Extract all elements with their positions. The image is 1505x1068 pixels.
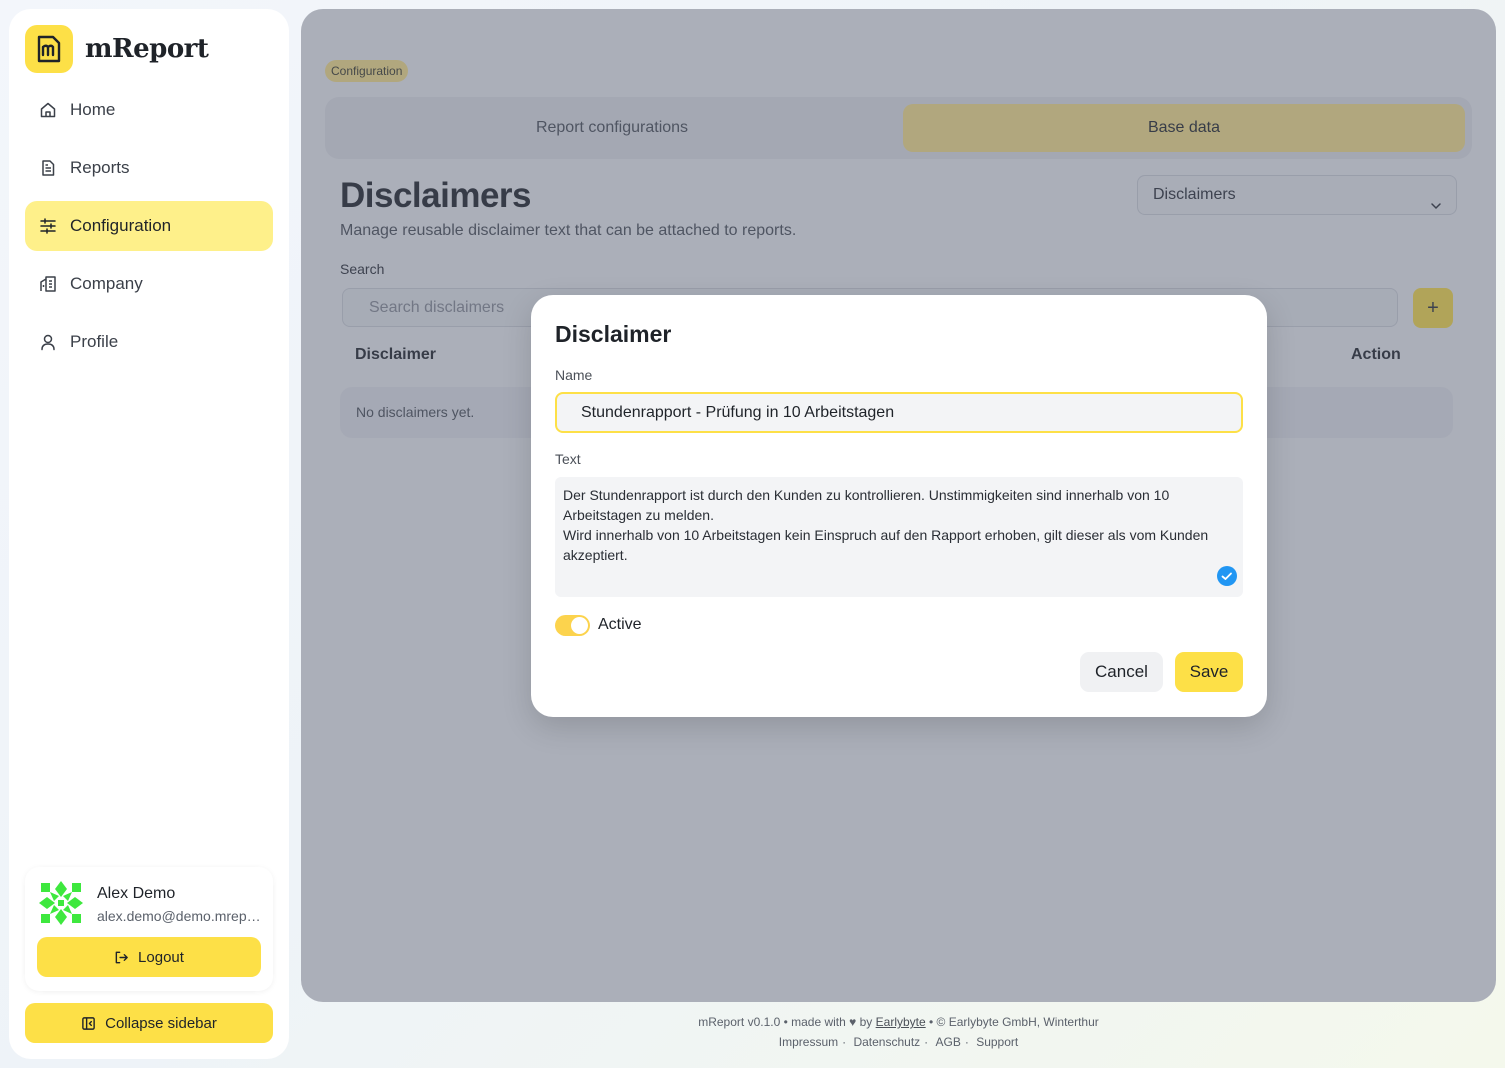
- active-label: Active: [598, 616, 642, 633]
- footer-separator: ·: [924, 1035, 929, 1049]
- logout-icon: [114, 950, 129, 965]
- building-icon: [39, 275, 57, 293]
- sidebar-item-label: Home: [70, 100, 116, 119]
- mreport-logo-icon: [25, 25, 73, 73]
- sidebar-item-company[interactable]: Company: [25, 259, 273, 309]
- save-button[interactable]: Save: [1175, 652, 1243, 692]
- footer-link-support[interactable]: Support: [976, 1035, 1018, 1049]
- collapse-sidebar-label: Collapse sidebar: [105, 1014, 217, 1032]
- sidebar-collapse-icon: [81, 1016, 96, 1031]
- footer-copyright: • © Earlybyte GmbH, Winterthur: [929, 1015, 1099, 1029]
- brand[interactable]: mReport: [25, 25, 209, 73]
- sidebar-nav: Home Reports Configuration Company Profi…: [25, 85, 273, 375]
- sidebar-item-reports[interactable]: Reports: [25, 143, 273, 193]
- user-name: Alex Demo: [97, 885, 176, 902]
- name-field[interactable]: [555, 392, 1243, 433]
- footer-version-text: mReport v0.1.0 • made with ♥ by: [698, 1015, 873, 1029]
- toggle-knob: [571, 617, 588, 634]
- footer: mReport v0.1.0 • made with ♥ by Earlybyt…: [301, 1015, 1496, 1049]
- app-name: mReport: [85, 34, 209, 64]
- footer-separator: ·: [842, 1035, 847, 1049]
- text-line: Der Stundenrapport ist durch den Kunden …: [563, 487, 1170, 503]
- footer-company-link[interactable]: Earlybyte: [876, 1015, 926, 1029]
- sliders-icon: [39, 217, 57, 235]
- home-icon: [39, 101, 57, 119]
- cancel-button[interactable]: Cancel: [1080, 652, 1163, 692]
- user-email: alex.demo@demo.mreport.ch: [97, 908, 265, 924]
- footer-separator: ·: [964, 1035, 969, 1049]
- sidebar-item-configuration[interactable]: Configuration: [25, 201, 273, 251]
- text-line: Arbeitstagen zu melden.: [563, 507, 714, 523]
- sidebar-item-label: Profile: [70, 332, 119, 351]
- footer-link-datenschutz[interactable]: Datenschutz: [853, 1035, 920, 1049]
- sidebar-item-home[interactable]: Home: [25, 85, 273, 135]
- name-label: Name: [555, 367, 593, 383]
- avatar[interactable]: [37, 879, 85, 927]
- disclaimer-dialog: Disclaimer Name Text Der Stundenrapport …: [531, 295, 1267, 717]
- active-toggle[interactable]: [555, 615, 590, 636]
- sidebar-item-label: Reports: [70, 158, 130, 177]
- text-line: akzeptiert.: [563, 547, 628, 563]
- text-line: Wird innerhalb von 10 Arbeitstagen kein …: [563, 527, 1209, 543]
- check-circle-icon: [1217, 566, 1237, 591]
- user-card: Alex Demo alex.demo@demo.mreport.ch Logo…: [25, 867, 273, 991]
- footer-link-agb[interactable]: AGB: [936, 1035, 961, 1049]
- sidebar: mReport Home Reports Configuration Compa…: [9, 9, 289, 1059]
- dialog-title: Disclaimer: [555, 321, 672, 347]
- text-field[interactable]: Der Stundenrapport ist durch den Kunden …: [555, 477, 1243, 597]
- sidebar-item-label: Company: [70, 274, 143, 293]
- sidebar-item-label: Configuration: [70, 216, 172, 235]
- user-icon: [39, 333, 57, 351]
- collapse-sidebar-button[interactable]: Collapse sidebar: [25, 1003, 273, 1043]
- footer-link-impressum[interactable]: Impressum: [779, 1035, 838, 1049]
- text-label: Text: [555, 451, 581, 467]
- sidebar-item-profile[interactable]: Profile: [25, 317, 273, 367]
- logout-button[interactable]: Logout: [37, 937, 261, 977]
- logout-label: Logout: [138, 948, 184, 966]
- file-icon: [39, 159, 57, 177]
